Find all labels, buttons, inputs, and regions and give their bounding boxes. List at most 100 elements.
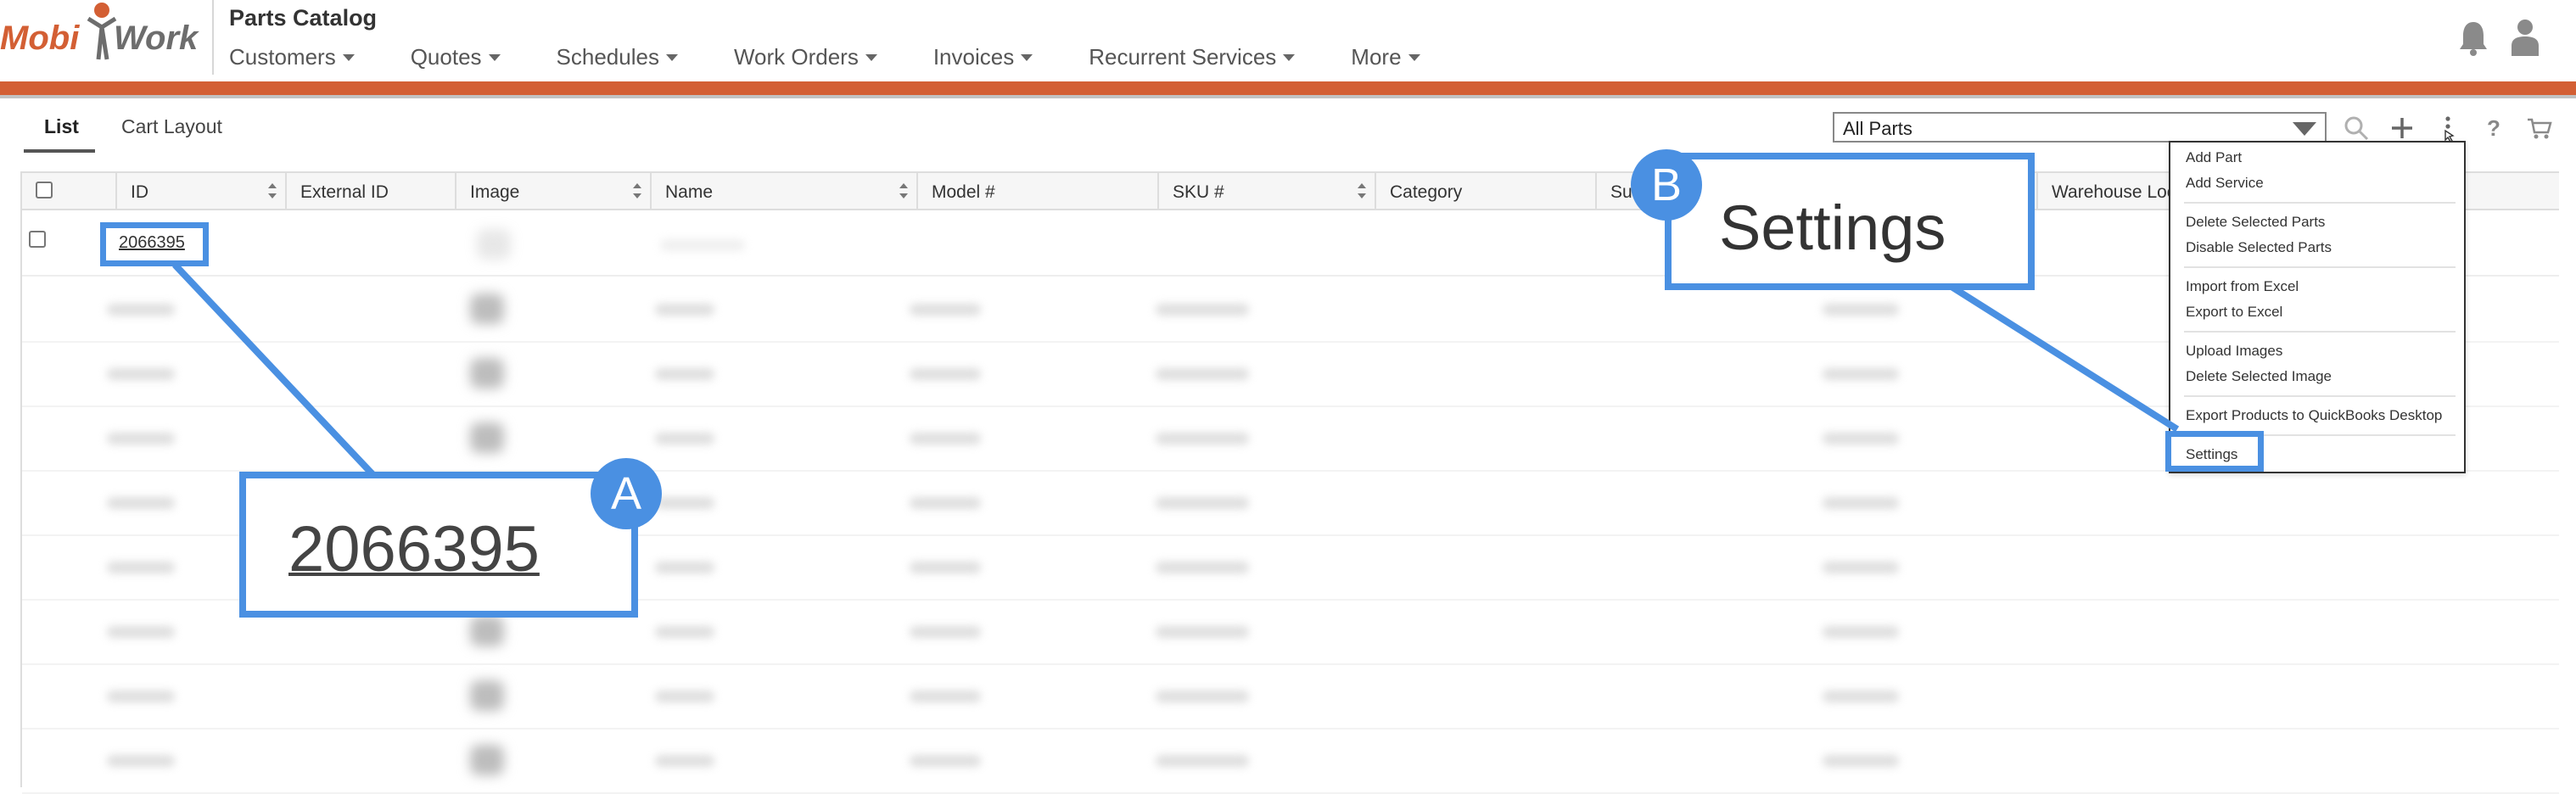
nav-schedules-label: Schedules [556,44,659,70]
blurred-cell [655,691,714,702]
svg-text:?: ? [2487,115,2500,141]
logo-text-work: Work [114,20,199,57]
help-icon[interactable]: ? [2479,114,2508,143]
callout-a-text: 2066395 [288,513,540,585]
blurred-cell [910,626,981,638]
blurred-cell [910,755,981,767]
column-model[interactable]: Model # [918,173,1159,210]
nav-customers[interactable]: Customers [229,44,355,70]
blurred-cell [1823,691,1899,702]
chevron-down-icon [865,54,877,61]
blurred-cell [655,368,714,380]
brand-bar-shadow [0,95,2576,98]
tab-cart-layout[interactable]: Cart Layout [121,115,222,138]
nav-work-orders-label: Work Orders [733,44,859,70]
blurred-cell [107,368,175,380]
callout-b: Settings [1665,153,2035,290]
part-thumbnail [470,358,504,389]
chevron-down-icon [342,54,355,61]
chevron-down-icon [488,54,501,61]
parts-filter-value: All Parts [1843,118,1912,139]
search-icon[interactable] [2342,114,2371,143]
menu-item-disable-selected-parts[interactable]: Disable Selected Parts [2186,239,2332,256]
menu-item-export-to-excel[interactable]: Export to Excel [2186,304,2282,321]
part-thumbnail [470,422,504,453]
nav-invoices-label: Invoices [932,44,1015,70]
row-checkbox[interactable] [29,231,46,248]
column-name[interactable]: Name [652,173,918,210]
parts-filter-select[interactable]: All Parts [1833,112,2327,143]
menu-item-import-from-excel[interactable]: Import from Excel [2186,278,2299,295]
mobiwork-logo[interactable]: Mobi Work [0,0,204,75]
nav-recurrent-services[interactable]: Recurrent Services [1089,44,1296,70]
menu-item-delete-selected-parts[interactable]: Delete Selected Parts [2186,214,2325,231]
nav-work-orders[interactable]: Work Orders [734,44,877,70]
menu-item-upload-images[interactable]: Upload Images [2186,343,2282,360]
tab-list-underline [24,149,95,153]
column-image[interactable]: Image [456,173,652,210]
menu-item-export-quickbooks[interactable]: Export Products to QuickBooks Desktop [2186,407,2442,424]
blurred-cell [1156,691,1249,702]
blurred-cell [655,304,714,316]
blurred-cell [1823,562,1899,573]
bell-icon[interactable] [2458,17,2489,58]
blurred-cell [655,562,714,573]
nav-recurrent-services-label: Recurrent Services [1089,44,1277,70]
column-sku[interactable]: SKU # [1159,173,1376,210]
nav-quotes[interactable]: Quotes [411,44,501,70]
part-thumbnail [470,680,504,711]
callout-a-badge: A [591,458,662,529]
column-id[interactable]: ID [117,173,287,210]
chevron-down-icon [1283,54,1296,61]
logo-text-mobi: Mobi [0,20,80,57]
sort-icon [268,183,277,198]
plus-icon[interactable] [2388,114,2416,143]
tab-list[interactable]: List [44,115,79,138]
blurred-cell [910,433,981,445]
menu-divider [2184,266,2456,268]
sort-icon [899,183,908,198]
more-vertical-icon[interactable] [2433,114,2462,143]
menu-divider [2184,202,2456,204]
menu-item-delete-selected-image[interactable]: Delete Selected Image [2186,368,2332,385]
blurred-cell [910,562,981,573]
blurred-cell [107,497,175,509]
blurred-cell [910,304,981,316]
highlight-box-id [100,222,209,266]
blurred-cell [107,562,175,573]
blurred-cell [107,433,175,445]
blurred-cell [660,239,745,251]
blurred-cell [655,755,714,767]
blurred-cell [1156,497,1249,509]
blurred-cell [1156,368,1249,380]
blurred-cell [1156,755,1249,767]
table-row [22,730,2559,794]
cart-icon[interactable] [2525,114,2554,143]
brand-bar [0,81,2576,95]
blurred-cell [910,497,981,509]
column-category[interactable]: Category [1376,173,1597,210]
blurred-cell [107,755,175,767]
user-icon[interactable] [2510,17,2540,58]
menu-item-add-service[interactable]: Add Service [2186,175,2264,192]
menu-divider [2184,395,2456,397]
blurred-cell [1156,626,1249,638]
callout-b-badge: B [1631,149,1702,221]
select-all-checkbox[interactable] [36,182,53,198]
chevron-down-icon [1021,54,1033,61]
blurred-cell [1823,755,1899,767]
column-category-label: Category [1390,182,1463,202]
blurred-cell [655,433,714,445]
select-all-column [22,173,117,210]
blurred-cell [1156,433,1249,445]
column-external-id[interactable]: External ID [287,173,456,210]
menu-item-add-part[interactable]: Add Part [2186,149,2242,166]
column-id-label: ID [131,182,148,202]
chevron-down-icon [2293,122,2316,136]
blurred-cell [1156,562,1249,573]
more-actions-menu: Add Part Add Service Delete Selected Par… [2169,141,2466,473]
nav-more[interactable]: More [1351,44,1420,70]
nav-schedules[interactable]: Schedules [557,44,678,70]
nav-invoices[interactable]: Invoices [933,44,1033,70]
blurred-cell [655,497,714,509]
